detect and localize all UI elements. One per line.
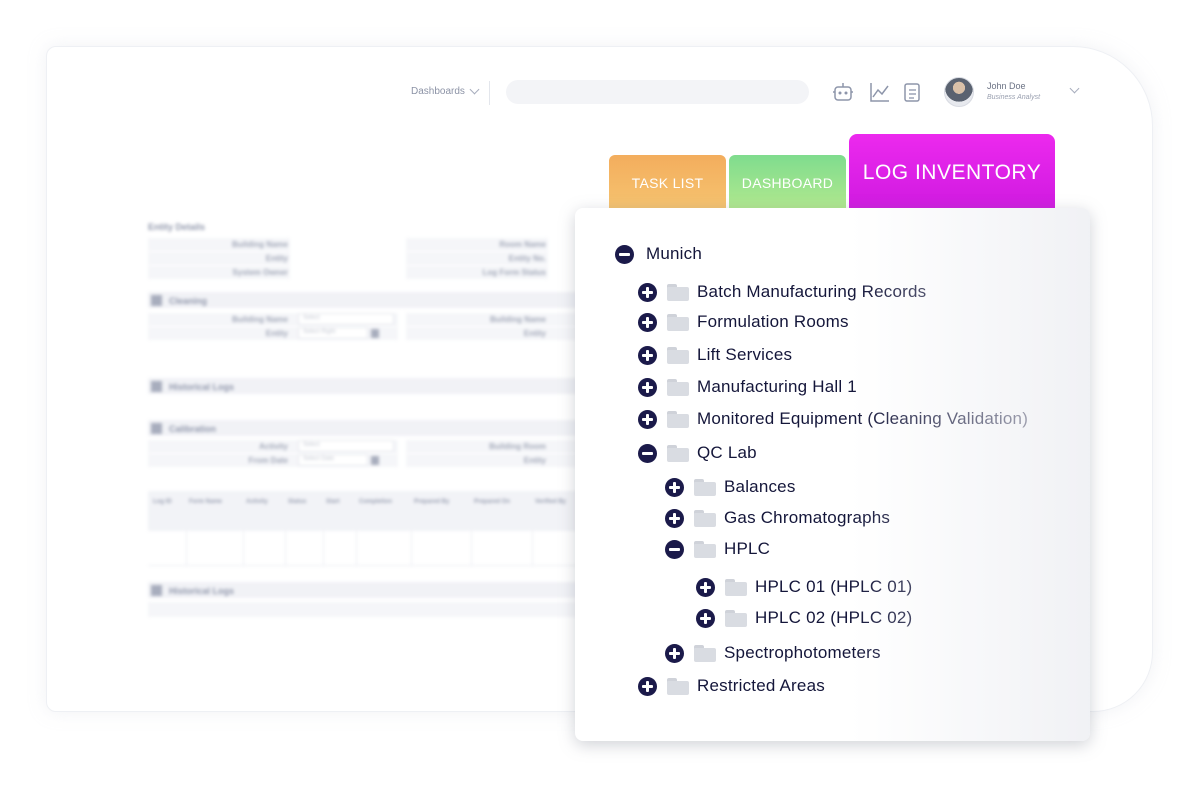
historical-logs-section: Historical Logs (151, 381, 234, 392)
folder-icon (694, 644, 716, 662)
tree-node[interactable]: Restricted Areas (638, 675, 825, 697)
column-header: Prepared On (474, 499, 511, 505)
folder-icon (725, 609, 747, 627)
field-label: Building Name (489, 315, 546, 324)
folder-icon (667, 378, 689, 396)
tree-node[interactable]: Lift Services (638, 344, 792, 366)
tree-node-qc-lab[interactable]: QC Lab (638, 442, 757, 464)
tree-node-hplc[interactable]: HPLC (665, 538, 770, 560)
field-label: Entity (523, 329, 546, 338)
tree-node[interactable]: Balances (665, 476, 796, 498)
expand-icon[interactable] (696, 577, 715, 597)
folder-icon (694, 540, 716, 558)
collapse-icon[interactable] (615, 244, 634, 264)
cleaning-section: Cleaning (151, 295, 207, 306)
folder-icon (694, 478, 716, 496)
select-field[interactable]: Select Right (298, 327, 368, 339)
tree-node-label: Formulation Rooms (697, 312, 849, 331)
entity-details-title: Entity Details (148, 222, 206, 232)
field-label: Log Form Status (482, 268, 546, 277)
tree-node-label: QC Lab (697, 443, 757, 462)
column-header: Log ID (153, 499, 172, 505)
column-header: Completion (359, 499, 392, 505)
field-label: Entity (523, 456, 546, 465)
field-label: Entity (265, 329, 288, 338)
field-label: Room Name (499, 240, 546, 249)
select-field[interactable]: Select (298, 313, 394, 325)
tree-node-label: Spectrophotometers (724, 643, 881, 662)
field-label: System Owner (232, 268, 288, 277)
expand-icon[interactable] (665, 477, 684, 497)
expand-icon[interactable] (665, 643, 684, 663)
screen: Dashboards John Doe Business Analyst Ent… (0, 0, 1200, 787)
field-label: Building Name (231, 315, 288, 324)
tree-node[interactable]: Manufacturing Hall 1 (638, 376, 857, 398)
tab-log-inventory[interactable]: LOG INVENTORY (849, 134, 1055, 211)
tree-node[interactable]: Formulation Rooms (638, 311, 849, 333)
field-label: Activity (259, 442, 288, 451)
log-inventory-tree: Munich Batch Manufacturing Records Formu… (575, 208, 1090, 741)
tree-node-label: HPLC (724, 539, 771, 558)
folder-icon (725, 578, 747, 596)
expand-icon[interactable] (638, 312, 657, 332)
tree-node-label: Lift Services (697, 345, 793, 364)
select-field[interactable]: Select (298, 440, 394, 452)
date-field[interactable]: Select Date (298, 454, 368, 466)
tree-node-label: Restricted Areas (697, 676, 825, 695)
tree-node-label: HPLC 01 (HPLC 01) (755, 577, 913, 596)
tree-node-label: HPLC 02 (HPLC 02) (755, 608, 913, 627)
calibration-section: Calibration (151, 423, 216, 434)
tree-node-munich[interactable]: Munich (615, 243, 702, 265)
tree-node-label: Manufacturing Hall 1 (697, 377, 857, 396)
folder-icon (667, 346, 689, 364)
column-header: Prepared By (414, 499, 450, 505)
column-header: Activity (246, 499, 268, 505)
field-label: Entity (265, 254, 288, 263)
expand-icon[interactable] (665, 508, 684, 528)
expand-icon[interactable] (696, 608, 715, 628)
tree-node-label: Munich (646, 244, 703, 263)
folder-icon (667, 444, 689, 462)
expand-icon[interactable] (638, 377, 657, 397)
table-header (148, 491, 588, 531)
field-label: From Date (248, 456, 288, 465)
tree-node-label: Monitored Equipment (Cleaning Validation… (697, 409, 1029, 428)
folder-icon (667, 677, 689, 695)
column-header: Status (288, 499, 307, 505)
tree-node[interactable]: Monitored Equipment (Cleaning Validation… (638, 408, 1028, 430)
tree-node[interactable]: Batch Manufacturing Records (638, 281, 926, 303)
field-label: Building Room (489, 442, 546, 451)
folder-icon (667, 410, 689, 428)
expand-icon[interactable] (638, 676, 657, 696)
collapse-icon[interactable] (638, 443, 657, 463)
tree-node-label: Gas Chromatographs (724, 508, 891, 527)
tree-node[interactable]: HPLC 02 (HPLC 02) (696, 607, 912, 629)
field-label: Building Name (231, 240, 288, 249)
expand-icon[interactable] (638, 282, 657, 302)
historical-logs-section: Historical Logs (151, 585, 234, 596)
tree-node[interactable]: Gas Chromatographs (665, 507, 890, 529)
tree-node[interactable]: Spectrophotometers (665, 642, 881, 664)
expand-icon[interactable] (638, 345, 657, 365)
field-label: Entity No. (508, 254, 546, 263)
tree-node[interactable]: HPLC 01 (HPLC 01) (696, 576, 912, 598)
folder-icon (667, 313, 689, 331)
column-header: Start (326, 499, 340, 505)
tree-node-label: Balances (724, 477, 796, 496)
tab-task-list[interactable]: TASK LIST (609, 155, 726, 211)
folder-icon (667, 283, 689, 301)
column-header: Form Name (189, 499, 223, 505)
column-header: Verified By (535, 499, 567, 505)
tree-node-label: Batch Manufacturing Records (697, 282, 927, 301)
collapse-icon[interactable] (665, 539, 684, 559)
folder-icon (694, 509, 716, 527)
tab-dashboard[interactable]: DASHBOARD (729, 155, 846, 211)
expand-icon[interactable] (638, 409, 657, 429)
